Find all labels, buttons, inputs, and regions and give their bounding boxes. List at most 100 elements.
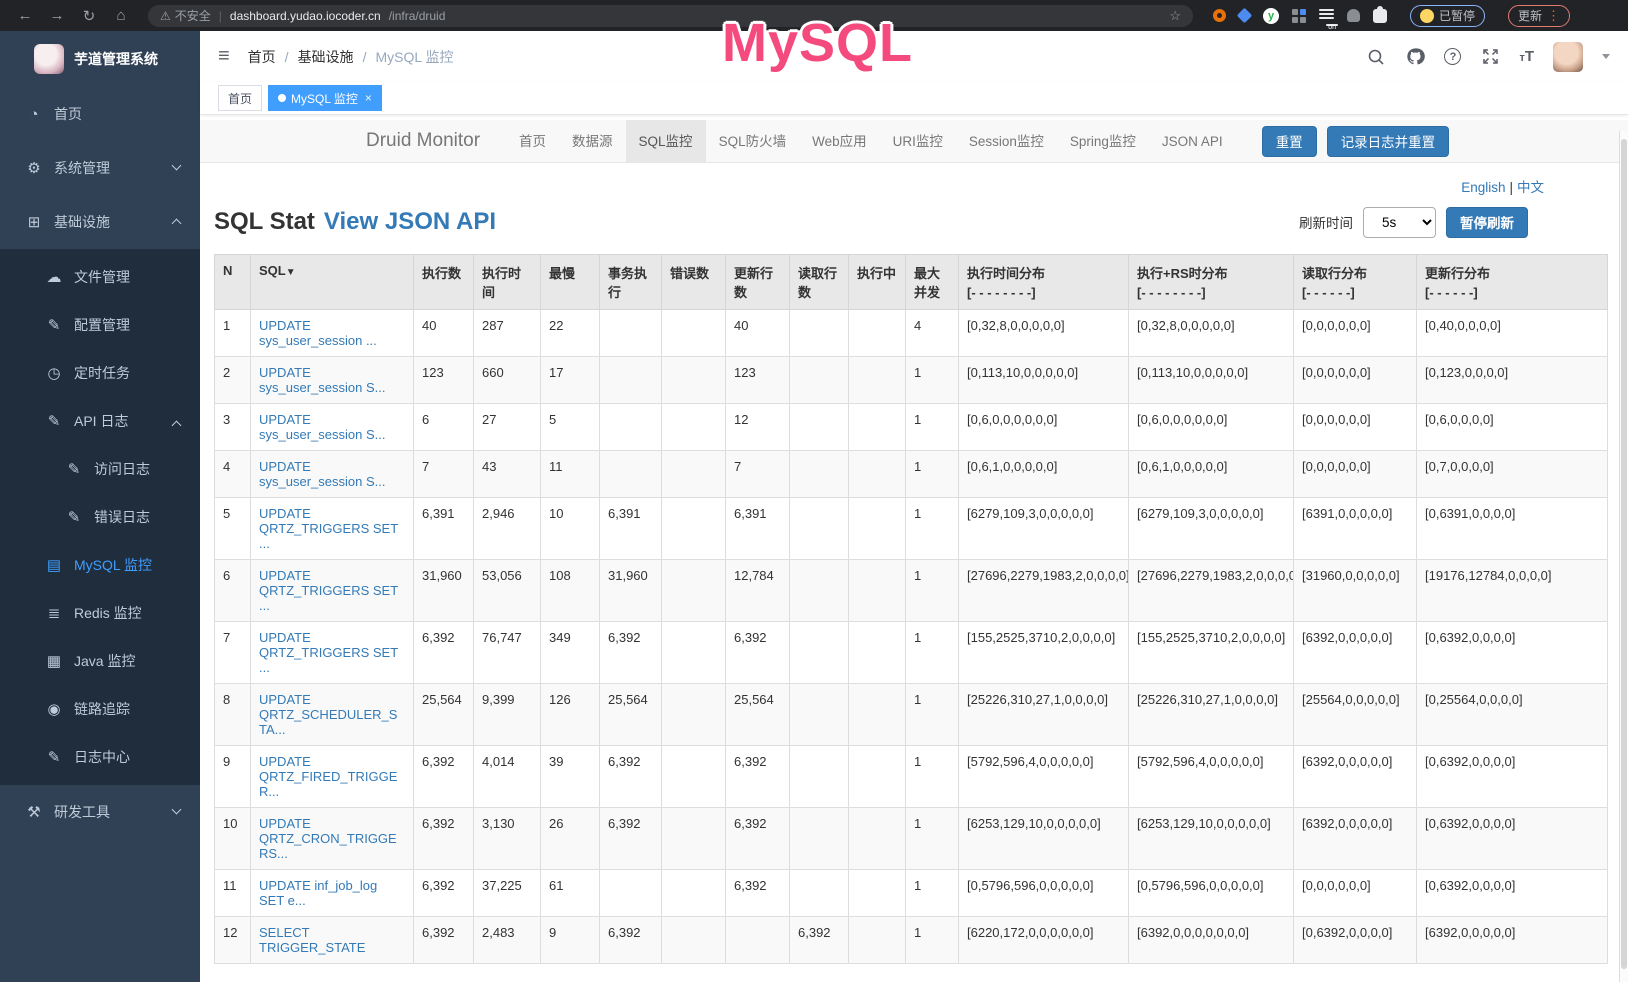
font-size-icon[interactable]: тT (1519, 48, 1534, 65)
extension-ring-icon[interactable] (1213, 9, 1226, 22)
druid-tab-datasource[interactable]: 数据源 (559, 120, 626, 163)
sidebar-item-trace[interactable]: ◉链路追踪 (0, 685, 200, 733)
col-sql[interactable]: SQL▼ (251, 255, 414, 310)
tag-home[interactable]: 首页 (218, 85, 262, 111)
sql-link[interactable]: UPDATE sys_user_session S... (259, 459, 385, 489)
sql-link[interactable]: UPDATE inf_job_log SET e... (259, 878, 377, 908)
sql-link[interactable]: UPDATE sys_user_session S... (259, 365, 385, 395)
col-update-dist[interactable]: 更新行分布[- - - - - -] (1417, 255, 1608, 310)
back-icon[interactable]: ← (12, 7, 38, 24)
cell-n: 10 (215, 808, 251, 870)
sql-link[interactable]: UPDATE QRTZ_TRIGGERS SET ... (259, 568, 398, 613)
extension-green-icon[interactable]: y (1263, 8, 1279, 24)
sidebar-item-file-management[interactable]: ☁文件管理 (0, 253, 200, 301)
home-icon[interactable]: ⌂ (108, 7, 134, 24)
druid-tab-home[interactable]: 首页 (506, 120, 559, 163)
sidebar-item-scheduled-tasks[interactable]: ◷定时任务 (0, 349, 200, 397)
url-path: /infra/druid (389, 9, 446, 23)
sql-link[interactable]: UPDATE sys_user_session ... (259, 318, 377, 348)
url-divider: | (219, 9, 222, 23)
lang-english-link[interactable]: English (1461, 180, 1505, 195)
sidebar-item-java-monitor[interactable]: ▦Java 监控 (0, 637, 200, 685)
col-read-dist[interactable]: 读取行分布[- - - - - -] (1294, 255, 1417, 310)
druid-tab-web-app[interactable]: Web应用 (799, 120, 880, 163)
cell-exec-time: 2,946 (474, 498, 541, 560)
cell-read-rows (790, 746, 849, 808)
forward-icon[interactable]: → (44, 7, 70, 24)
help-icon[interactable]: ? (1444, 48, 1461, 65)
not-secure-warning-icon[interactable]: ⚠ 不安全 (160, 7, 211, 24)
refresh-interval-select[interactable]: 5s (1363, 207, 1436, 238)
paused-badge[interactable]: 已暂停 (1410, 5, 1485, 27)
tag-mysql-monitor[interactable]: MySQL 监控× (268, 85, 382, 111)
scrollbar-thumb[interactable] (1621, 139, 1627, 969)
api-log-icon: ✎ (42, 412, 66, 430)
search-icon[interactable] (1366, 47, 1386, 67)
sidebar-item-config-management[interactable]: ✎配置管理 (0, 301, 200, 349)
view-json-api-link[interactable]: View JSON API (324, 208, 496, 236)
col-errors[interactable]: 错误数 (662, 255, 726, 310)
sidebar-item-error-log[interactable]: ✎错误日志 (0, 493, 200, 541)
fullscreen-icon[interactable] (1480, 47, 1500, 67)
sidebar-item-access-log[interactable]: ✎访问日志 (0, 445, 200, 493)
close-icon[interactable]: × (365, 91, 372, 105)
sql-link[interactable]: SELECT TRIGGER_STATE (259, 925, 365, 955)
druid-tab-sql-firewall[interactable]: SQL防火墙 (706, 120, 800, 163)
sql-link[interactable]: UPDATE sys_user_session S... (259, 412, 385, 442)
sidebar-item-mysql-monitor[interactable]: ▤MySQL 监控 (0, 541, 200, 589)
cell-sql: UPDATE sys_user_session S... (251, 357, 414, 404)
reset-button[interactable]: 重置 (1262, 126, 1317, 157)
scrollbar[interactable] (1619, 131, 1628, 982)
sidebar-logo[interactable]: 芋道管理系统 (0, 31, 200, 87)
sidebar-item-infrastructure[interactable]: ⊞基础设施 (0, 195, 200, 249)
sidebar-item-redis-monitor[interactable]: ≣Redis 监控 (0, 589, 200, 637)
cell-sql: UPDATE QRTZ_CRON_TRIGGERS... (251, 808, 414, 870)
breadcrumb-home[interactable]: 首页 (248, 47, 276, 67)
col-exec-rs-dist[interactable]: 执行+RS时分布[- - - - - - - -] (1129, 255, 1294, 310)
sidebar-item-home[interactable]: ◔首页 (0, 87, 200, 141)
druid-tab-uri-monitor[interactable]: URI监控 (880, 120, 956, 163)
sidebar-collapse-icon[interactable]: ≡ (218, 45, 230, 68)
table-row: 11 UPDATE inf_job_log SET e... 6,392 37,… (215, 870, 1608, 917)
col-executing[interactable]: 执行中 (849, 255, 906, 310)
sidebar-item-devtools[interactable]: ⚒研发工具 (0, 785, 200, 839)
col-exec-count[interactable]: 执行数 (414, 255, 474, 310)
extension-grid-icon[interactable] (1292, 9, 1306, 23)
sql-link[interactable]: UPDATE QRTZ_TRIGGERS SET ... (259, 506, 398, 551)
bookmark-star-icon[interactable]: ☆ (1169, 8, 1181, 24)
druid-tab-session-monitor[interactable]: Session监控 (956, 120, 1057, 163)
col-read-rows[interactable]: 读取行数 (790, 255, 849, 310)
col-exec-time-dist[interactable]: 执行时间分布[- - - - - - - -] (959, 255, 1129, 310)
sql-link[interactable]: UPDATE QRTZ_SCHEDULER_STA... (259, 692, 397, 737)
col-exec-time[interactable]: 执行时间 (474, 255, 541, 310)
sidebar-item-system[interactable]: ⚙系统管理 (0, 141, 200, 195)
col-max-concurrent[interactable]: 最大并发 (906, 255, 959, 310)
user-avatar[interactable] (1553, 42, 1583, 72)
browser-update-button[interactable]: 更新⋮ (1508, 5, 1570, 27)
sidebar-item-log-center[interactable]: ✎日志中心 (0, 733, 200, 781)
druid-tab-spring-monitor[interactable]: Spring监控 (1057, 120, 1149, 163)
github-icon[interactable] (1405, 47, 1425, 67)
sidebar-item-api-log[interactable]: ✎API 日志 (0, 397, 200, 445)
pause-refresh-button[interactable]: 暂停刷新 (1446, 207, 1528, 238)
log-and-reset-button[interactable]: 记录日志并重置 (1327, 126, 1450, 157)
col-slowest[interactable]: 最慢 (541, 255, 600, 310)
extension-gem-icon[interactable] (1237, 8, 1253, 24)
address-bar[interactable]: ⚠ 不安全 | dashboard.yudao.iocoder.cn/infra… (148, 5, 1193, 27)
druid-tab-sql-monitor[interactable]: SQL监控 (626, 120, 706, 163)
browser-menu-icon[interactable]: ⋮ (1547, 8, 1560, 24)
sql-link[interactable]: UPDATE QRTZ_TRIGGERS SET ... (259, 630, 398, 675)
extension-person-icon[interactable] (1347, 9, 1360, 22)
extension-list-icon[interactable]: on (1319, 9, 1334, 22)
druid-tab-json-api[interactable]: JSON API (1149, 120, 1236, 163)
user-menu-caret-icon[interactable] (1602, 54, 1610, 59)
breadcrumb-infrastructure[interactable]: 基础设施 (298, 47, 354, 67)
extensions-puzzle-icon[interactable] (1373, 9, 1387, 23)
lang-chinese-link[interactable]: 中文 (1517, 180, 1544, 195)
sql-link[interactable]: UPDATE QRTZ_FIRED_TRIGGER... (259, 754, 397, 799)
col-tx-exec[interactable]: 事务执行 (600, 255, 662, 310)
reload-icon[interactable]: ↻ (76, 7, 102, 25)
sql-link[interactable]: UPDATE QRTZ_CRON_TRIGGERS... (259, 816, 397, 861)
druid-brand[interactable]: Druid Monitor (366, 130, 480, 152)
col-update-rows[interactable]: 更新行数 (726, 255, 790, 310)
